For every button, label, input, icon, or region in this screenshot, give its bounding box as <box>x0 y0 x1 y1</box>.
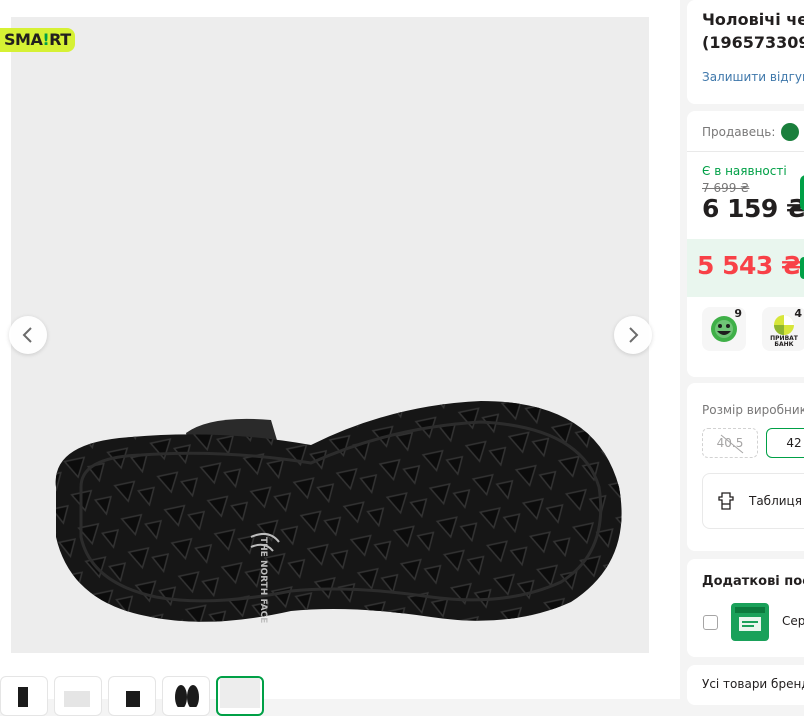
product-title-line2: (1965733099 <box>702 33 804 52</box>
brand-print: THE NORTH FACE <box>258 537 268 623</box>
buy-button[interactable] <box>800 175 804 211</box>
size-table-label: Таблиця <box>749 494 802 508</box>
monobank-installments-count: 9 <box>734 307 742 320</box>
gallery-prev-button[interactable] <box>9 316 47 354</box>
service-certificate-image <box>731 603 769 641</box>
smart-badge: SMA!RT <box>0 28 75 52</box>
product-title-line1: Чоловічі чер <box>702 10 804 29</box>
size-table-button[interactable]: Таблиця <box>702 473 804 529</box>
leave-review-link[interactable]: Залишити відгук <box>702 70 804 84</box>
size-option-selected[interactable]: 42 <box>766 428 804 458</box>
privatbank-installments-count: 4 <box>794 307 802 320</box>
smart-badge-prefix: SMA <box>4 30 43 49</box>
chevron-right-icon <box>629 327 639 343</box>
product-title-card: Чоловічі чер (1965733099 Залишити відгук <box>687 0 804 104</box>
monobank-option[interactable]: 9 <box>702 307 746 351</box>
size-card: Розмір виробника 40.5 42 Таблиця <box>687 383 804 551</box>
thumbnail[interactable] <box>162 676 210 716</box>
boot-sole-image: THE NORTH FACE <box>55 401 622 623</box>
chevron-left-icon <box>22 327 32 343</box>
size-option-unavailable[interactable]: 40.5 <box>702 428 758 458</box>
thumbnail-strip <box>0 676 264 716</box>
size-label: Розмір виробника <box>702 403 804 417</box>
seller-row: Продавець: <box>702 123 804 141</box>
payment-options: 9 4 ПРИВАТ БАНК <box>702 307 804 351</box>
additional-services-card: Додаткові посл Сер <box>687 559 804 657</box>
promo-tag-icon[interactable] <box>800 257 804 279</box>
privatbank-label: ПРИВАТ БАНК <box>770 335 798 348</box>
privatbank-option[interactable]: 4 ПРИВАТ БАНК <box>762 307 804 351</box>
thumbnail-active[interactable] <box>216 676 264 716</box>
seller-label: Продавець: <box>702 125 776 139</box>
promo-price: 5 543 ₴ <box>697 251 802 280</box>
services-title: Додаткові посл <box>702 574 804 589</box>
thumbnail[interactable] <box>0 676 48 716</box>
thumbnail[interactable] <box>108 676 156 716</box>
service-checkbox[interactable] <box>703 615 718 630</box>
privatbank-icon <box>774 315 794 335</box>
availability-status: Є в наявності <box>702 164 787 178</box>
promo-price-row: 5 543 ₴ <box>687 239 804 297</box>
gallery-next-button[interactable] <box>614 316 652 354</box>
seller-logo-icon[interactable] <box>781 123 800 141</box>
brand-card: Усі товари бренду <box>687 665 804 705</box>
current-price: 6 159 ₴ <box>702 194 804 223</box>
strike-icon <box>720 434 744 454</box>
divider <box>687 151 804 152</box>
main-product-image[interactable]: THE NORTH FACE <box>11 17 649 653</box>
smart-badge-suffix: RT <box>49 30 71 49</box>
size-chart-icon <box>718 492 734 510</box>
product-gallery: THE NORTH FACE SMA!RT <box>0 0 680 716</box>
buy-card: Продавець: Є в наявності 7 699 ₴ 6 159 ₴… <box>687 111 804 377</box>
old-price: 7 699 ₴ <box>702 181 750 195</box>
thumbnail[interactable] <box>54 676 102 716</box>
service-name[interactable]: Сер <box>782 614 804 628</box>
brand-products-link[interactable]: Усі товари бренду <box>702 677 804 691</box>
